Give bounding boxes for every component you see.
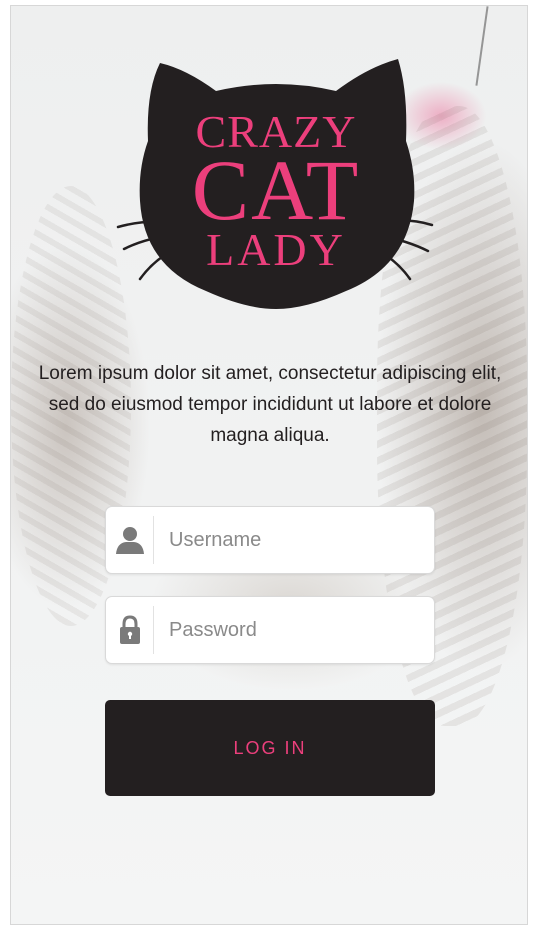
logo-text-lady: LADY — [206, 224, 346, 275]
username-field[interactable] — [105, 506, 435, 574]
user-icon — [106, 507, 153, 573]
login-button[interactable]: LOG IN — [105, 700, 435, 796]
lock-icon — [106, 597, 153, 663]
logo-text-cat: CAT — [191, 142, 361, 238]
password-field[interactable] — [105, 596, 435, 664]
login-button-label: LOG IN — [233, 737, 307, 758]
tagline-text: Lorem ipsum dolor sit amet, consectetur … — [38, 363, 502, 446]
password-input[interactable] — [154, 597, 434, 663]
crazy-cat-lady-logo: CRAZY CAT LADY — [116, 51, 436, 321]
username-input[interactable] — [154, 507, 434, 573]
app-screen: CRAZY CAT LADY Lorem ipsum dolor sit ame… — [10, 5, 528, 925]
